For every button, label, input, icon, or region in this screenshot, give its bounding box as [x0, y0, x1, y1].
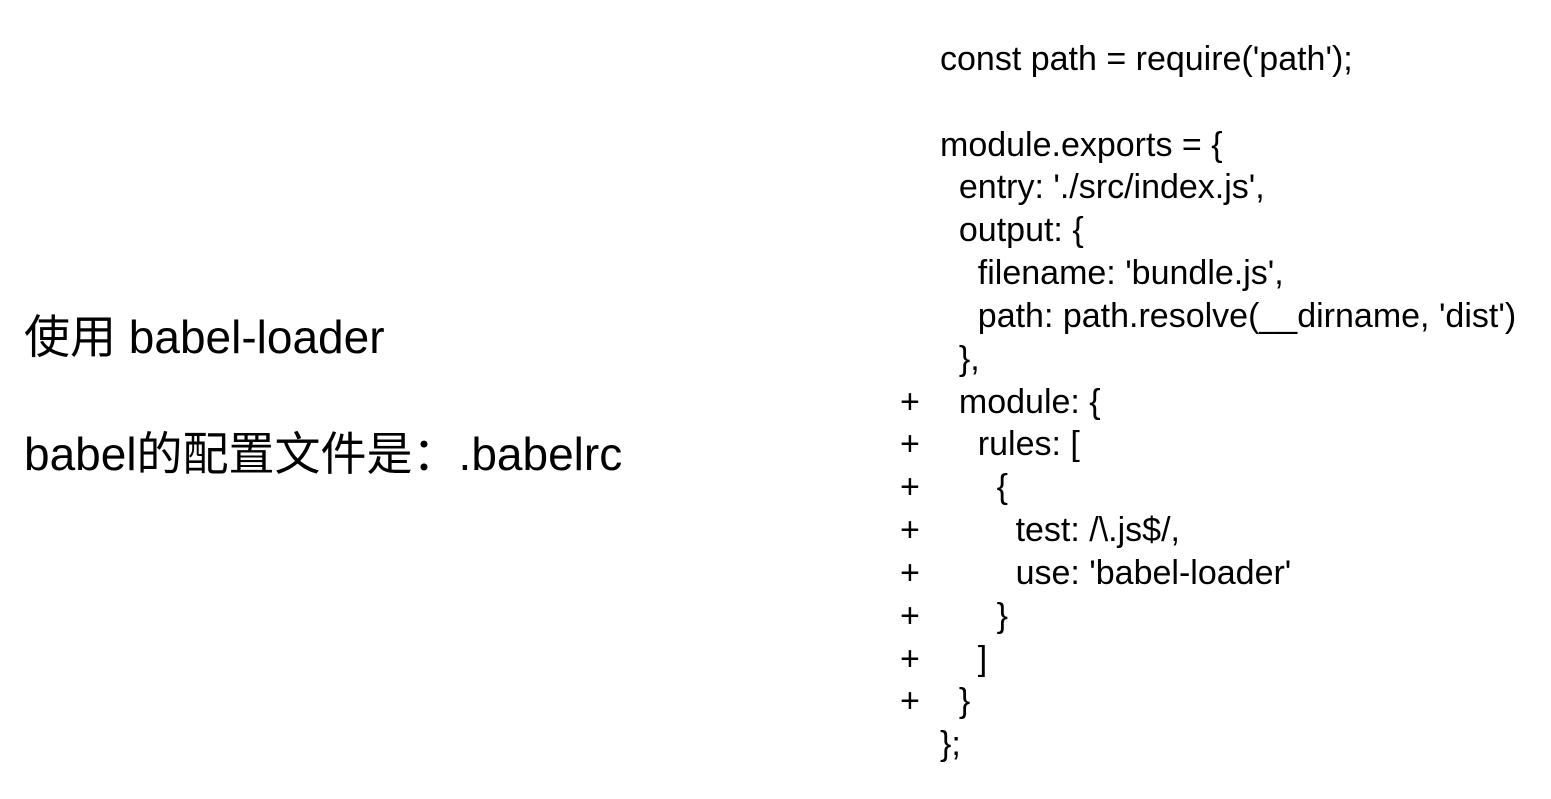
diff-prefix: + — [900, 595, 940, 638]
diff-prefix: + — [900, 466, 940, 509]
code-line: + } — [900, 680, 1540, 723]
code-text: path: path.resolve(__dirname, 'dist') — [940, 297, 1516, 335]
code-line: entry: './src/index.js', — [900, 166, 1540, 209]
diff-prefix: + — [900, 552, 940, 595]
code-line: + ] — [900, 638, 1540, 681]
code-text: module: { — [940, 383, 1101, 421]
code-text: filename: 'bundle.js', — [940, 254, 1284, 292]
code-text: entry: './src/index.js', — [940, 168, 1265, 206]
code-text: output: { — [940, 211, 1084, 249]
code-line: + use: 'babel-loader' — [900, 552, 1540, 595]
heading-babelrc: babel的配置文件是：.babelrc — [24, 427, 744, 482]
code-line: + module: { — [900, 381, 1540, 424]
code-line: const path = require('path'); — [900, 38, 1540, 81]
code-line: + rules: [ — [900, 423, 1540, 466]
code-text: test: /\.js$/, — [940, 511, 1180, 549]
code-text: }, — [940, 340, 980, 378]
code-text: const path = require('path'); — [940, 40, 1353, 78]
code-line: module.exports = { — [900, 124, 1540, 167]
code-text: }; — [940, 725, 961, 763]
code-text: ] — [940, 640, 987, 678]
slide-text-block: 使用 babel-loader babel的配置文件是：.babelrc — [24, 310, 744, 482]
diff-prefix: + — [900, 509, 940, 552]
code-line: + { — [900, 466, 1540, 509]
code-text: module.exports = { — [940, 126, 1223, 164]
code-text: use: 'babel-loader' — [940, 554, 1291, 592]
code-text: { — [940, 468, 1008, 506]
diff-prefix: + — [900, 680, 940, 723]
code-line: }, — [900, 338, 1540, 381]
code-line: output: { — [900, 209, 1540, 252]
code-text: rules: [ — [940, 425, 1080, 463]
code-line: path: path.resolve(__dirname, 'dist') — [900, 295, 1540, 338]
code-line: filename: 'bundle.js', — [900, 252, 1540, 295]
code-text: } — [940, 682, 970, 720]
diff-prefix: + — [900, 638, 940, 681]
diff-prefix: + — [900, 423, 940, 466]
heading-babel-loader: 使用 babel-loader — [24, 310, 744, 365]
code-line: + } — [900, 595, 1540, 638]
diff-prefix: + — [900, 381, 940, 424]
code-line: }; — [900, 723, 1540, 766]
code-line: + test: /\.js$/, — [900, 509, 1540, 552]
code-line — [900, 81, 1540, 124]
code-text: } — [940, 597, 1008, 635]
code-block: const path = require('path'); module.exp… — [900, 38, 1540, 766]
